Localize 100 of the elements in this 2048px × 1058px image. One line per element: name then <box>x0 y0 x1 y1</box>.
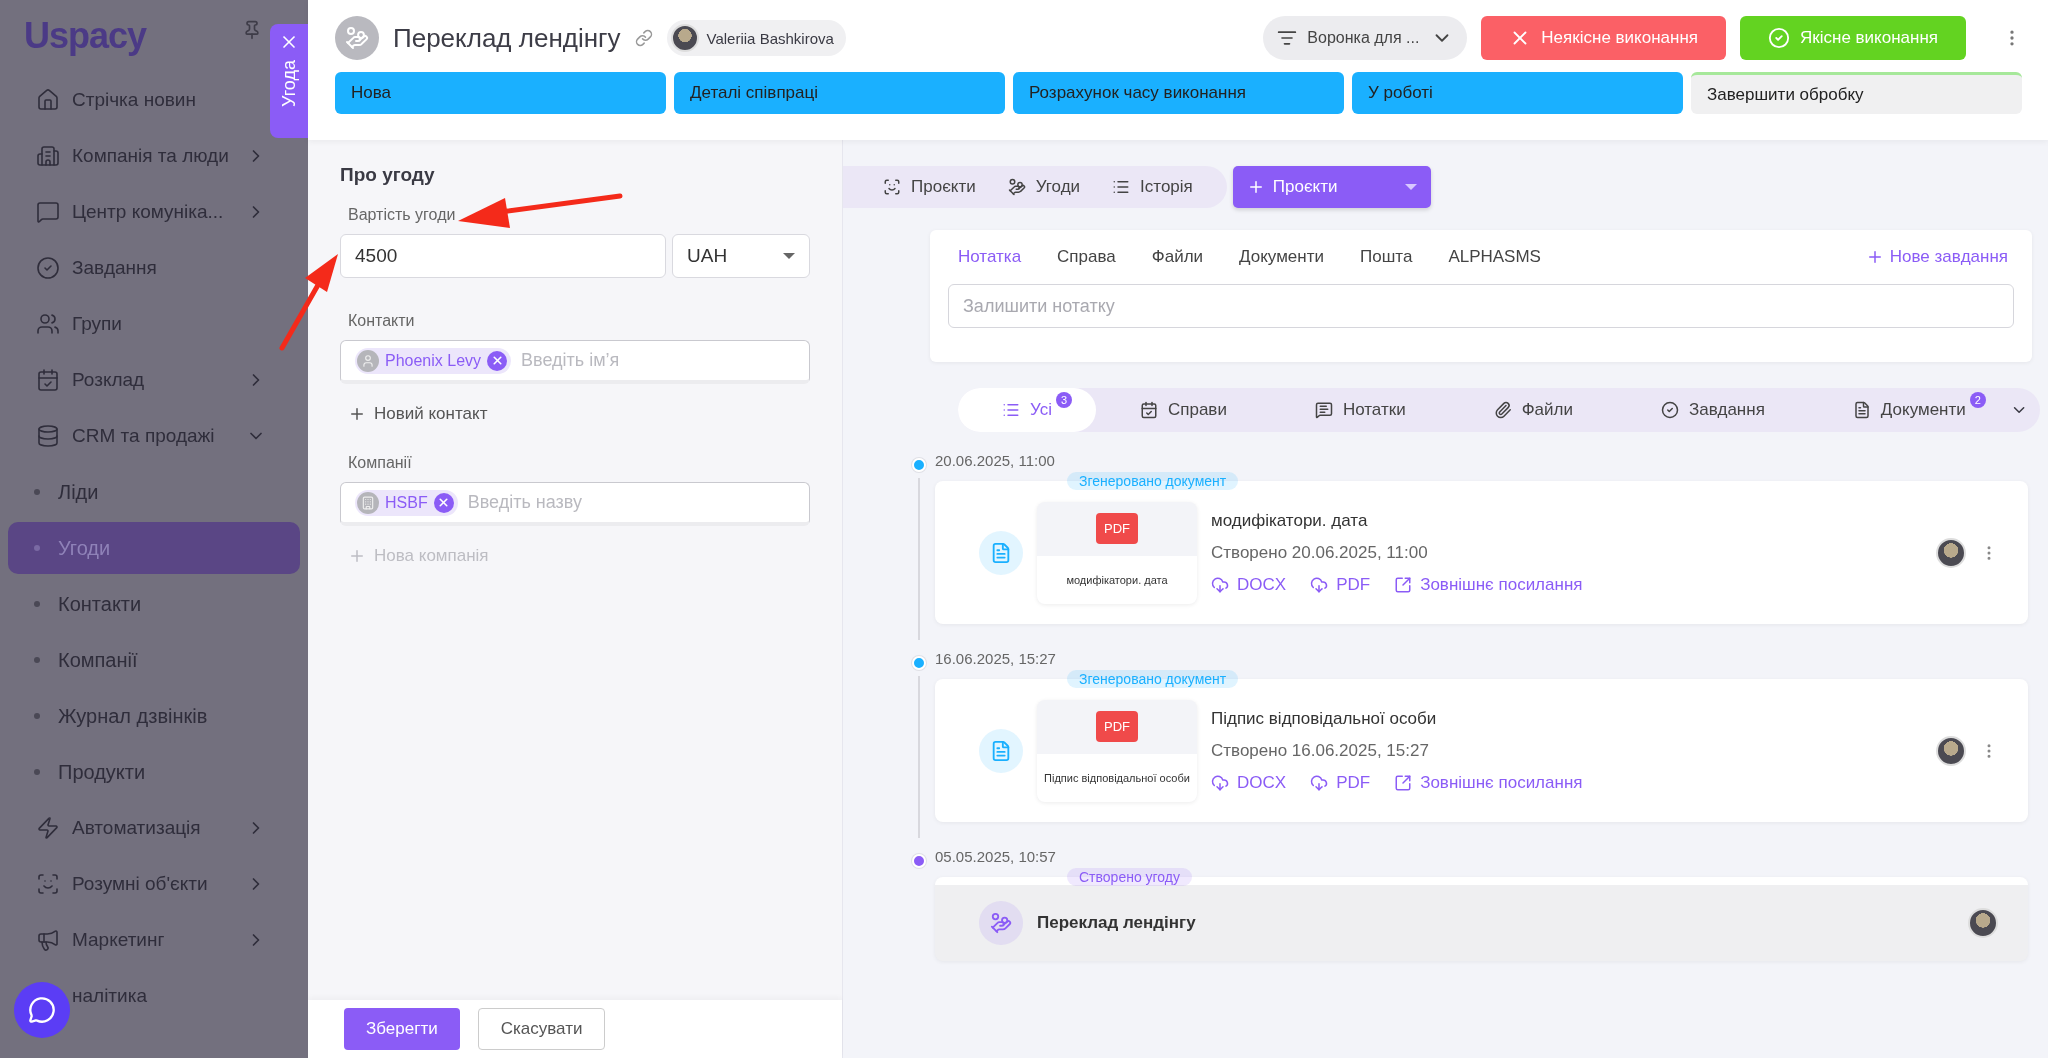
sidebar-item[interactable]: Розумні об'єкти <box>8 856 266 912</box>
event-date: 20.06.2025, 11:00 <box>935 452 1056 469</box>
paperclip-icon <box>1493 401 1512 419</box>
sidebar-subitem[interactable]: Компанії <box>8 634 300 686</box>
amount-field[interactable]: 4500 <box>340 234 666 278</box>
hand-coins-icon <box>1007 178 1026 196</box>
filter-icon <box>1277 28 1298 48</box>
download-link[interactable]: Зовнішнє посилання <box>1394 772 1583 793</box>
plus-icon <box>348 405 366 423</box>
fail-button[interactable]: Неякісне виконання <box>1481 16 1726 60</box>
event-title: модифікатори. дата <box>1211 510 1369 531</box>
house-icon <box>36 88 60 112</box>
thumbnail-caption: модифікатори. дата <box>1037 555 1197 604</box>
avatar <box>1968 908 1998 938</box>
document-thumbnail[interactable]: PDF Підпис відповідальної особи <box>1037 699 1197 802</box>
database-icon <box>36 424 60 448</box>
cancel-button[interactable]: Скасувати <box>477 1008 606 1050</box>
filter-tab[interactable]: Усі 3 <box>958 388 1096 432</box>
tab[interactable]: Файли <box>1151 247 1204 267</box>
filter-tab[interactable]: Файли <box>1449 388 1617 432</box>
tag-input-field[interactable]: HSBF Введіть назву <box>340 482 810 526</box>
count-badge: 3 <box>1055 392 1072 408</box>
pipeline-stage[interactable]: Завершити обробку <box>1691 72 2022 114</box>
external-link-icon <box>1394 773 1413 792</box>
chip-label: HSBF <box>385 493 428 512</box>
tab[interactable]: ALPHASMS <box>1448 247 1541 267</box>
add-contact-link[interactable]: Новий контакт <box>340 384 496 454</box>
save-button[interactable]: Зберегти <box>344 1008 460 1050</box>
sidebar-item[interactable]: Компанія та люди <box>8 128 266 184</box>
note-icon <box>1314 401 1333 419</box>
field-label: Компанії <box>348 454 412 472</box>
sidebar-item[interactable]: Розклад <box>8 352 266 408</box>
tab[interactable]: Проєкти <box>883 169 1002 205</box>
download-link[interactable]: PDF <box>1310 574 1371 595</box>
sidebar-item[interactable]: налітика <box>8 968 266 1024</box>
hand-coins-icon <box>345 26 369 50</box>
sidebar-subitem[interactable]: Ліди <box>8 466 300 518</box>
chip-label: Phoenix Levy <box>385 351 482 370</box>
filter-tab[interactable]: Справи <box>1095 388 1271 432</box>
created-date: Створено 16.06.2025, 15:27 <box>1211 740 1430 761</box>
caret-icon[interactable] <box>1404 184 1417 190</box>
sidebar-subitem[interactable]: Продукти <box>8 746 300 798</box>
sidebar-item[interactable]: Автоматизація <box>8 800 266 856</box>
sidebar-item[interactable]: Стрічка новин <box>8 72 266 128</box>
name-input[interactable]: Введіть ім’я <box>519 349 795 372</box>
download-link[interactable]: DOCX <box>1211 772 1287 793</box>
lightning-icon <box>36 816 60 840</box>
tag-input-field[interactable]: Phoenix Levy Введіть ім’я <box>340 340 810 384</box>
download-link[interactable]: Зовнішнє посилання <box>1394 574 1583 595</box>
owner-chip[interactable]: Valeriia Bashkirova <box>666 20 846 56</box>
filter-tab[interactable]: Нотатки <box>1270 388 1450 432</box>
pipeline-stage[interactable]: Нова <box>335 72 666 114</box>
pipeline-stage[interactable]: Деталі співпраці <box>674 72 1005 114</box>
panel-tab[interactable]: Угода <box>270 24 308 138</box>
avatar <box>1936 537 1966 568</box>
check-circle-icon <box>36 256 60 280</box>
pipeline-dropdown[interactable]: Воронка для ... <box>1263 16 1468 60</box>
download-link[interactable]: DOCX <box>1211 574 1287 595</box>
link-icon[interactable] <box>634 29 653 47</box>
note-field[interactable]: Залишити нотатку <box>948 284 2014 328</box>
user-icon <box>357 349 379 372</box>
list-icon <box>1112 178 1131 196</box>
currency-select[interactable]: UAH <box>672 234 810 278</box>
document-icon <box>990 541 1012 564</box>
sidebar-item[interactable]: Завдання <box>8 240 266 296</box>
name-input[interactable]: Введіть назву <box>465 491 795 514</box>
sidebar-subitem[interactable]: Угоди <box>8 522 300 574</box>
add-button[interactable]: Проєкти <box>1232 166 1431 208</box>
remove-icon[interactable] <box>487 350 508 371</box>
sidebar-item[interactable]: Центр комуніка... <box>8 184 266 240</box>
sidebar-subitem[interactable]: Журнал дзвінків <box>8 690 300 742</box>
sidebar-item[interactable]: CRM та продажі <box>8 408 266 464</box>
tab[interactable]: Справа <box>1057 247 1116 267</box>
plus-icon <box>348 547 366 565</box>
new-task-link[interactable]: Нове завдання <box>1859 246 2014 268</box>
count-badge: 2 <box>1969 392 1986 408</box>
megaphone-icon <box>36 928 60 952</box>
chat-button[interactable] <box>14 982 70 1038</box>
list-icon <box>1002 401 1020 419</box>
tab[interactable]: Документи <box>1239 247 1324 267</box>
calendar-icon <box>36 368 60 392</box>
download-link[interactable]: PDF <box>1310 772 1371 793</box>
sidebar-item[interactable]: Маркетинг <box>8 912 266 968</box>
document-thumbnail[interactable]: PDF модифікатори. дата <box>1037 501 1197 604</box>
tab[interactable]: Пошта <box>1360 247 1413 267</box>
pipeline-stage[interactable]: Розрахунок часу виконання <box>1013 72 1344 114</box>
tab[interactable]: Угоди <box>1007 169 1107 205</box>
avatar <box>670 24 699 52</box>
hand-coins-icon <box>990 912 1012 934</box>
pin-icon[interactable] <box>242 20 262 40</box>
tab[interactable]: Нотатка <box>958 247 1022 267</box>
sidebar-item[interactable]: Групи <box>8 296 266 352</box>
filter-tab[interactable]: Документи 2 <box>1808 388 2010 432</box>
tab[interactable]: Історія <box>1112 169 1219 205</box>
filter-tab[interactable]: Завдання <box>1616 388 1809 432</box>
chat-icon <box>36 200 60 224</box>
remove-icon[interactable] <box>433 492 454 513</box>
download-icon <box>1310 575 1329 594</box>
pipeline-stage[interactable]: У роботі <box>1352 72 1683 114</box>
sidebar-subitem[interactable]: Контакти <box>8 578 300 630</box>
